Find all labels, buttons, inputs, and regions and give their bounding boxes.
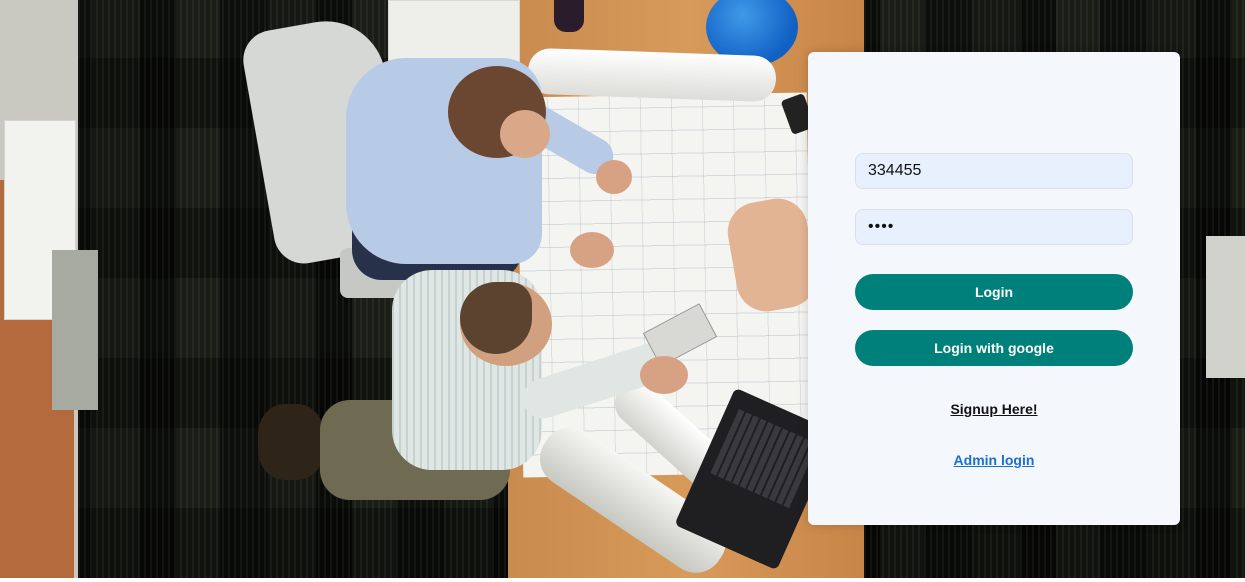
hand (640, 356, 688, 394)
desk-panel (52, 250, 98, 410)
login-button[interactable]: Login (855, 274, 1133, 310)
admin-login-link[interactable]: Admin login (808, 452, 1180, 468)
password-input[interactable] (855, 209, 1133, 245)
login-page: LOGIN Login Login with google Signup Her… (0, 0, 1245, 582)
shoe (258, 404, 324, 480)
right-cabinet (1206, 236, 1245, 378)
person-two-hair (460, 282, 532, 354)
mug (554, 0, 584, 32)
person-one-face (500, 110, 550, 158)
laptop-keyboard (710, 409, 818, 508)
hand (570, 232, 614, 268)
google-login-button[interactable]: Login with google (855, 330, 1133, 366)
user-id-input[interactable] (855, 153, 1133, 189)
blueprint-roll (527, 47, 777, 103)
hand (596, 160, 632, 194)
signup-link[interactable]: Signup Here! (808, 401, 1180, 417)
